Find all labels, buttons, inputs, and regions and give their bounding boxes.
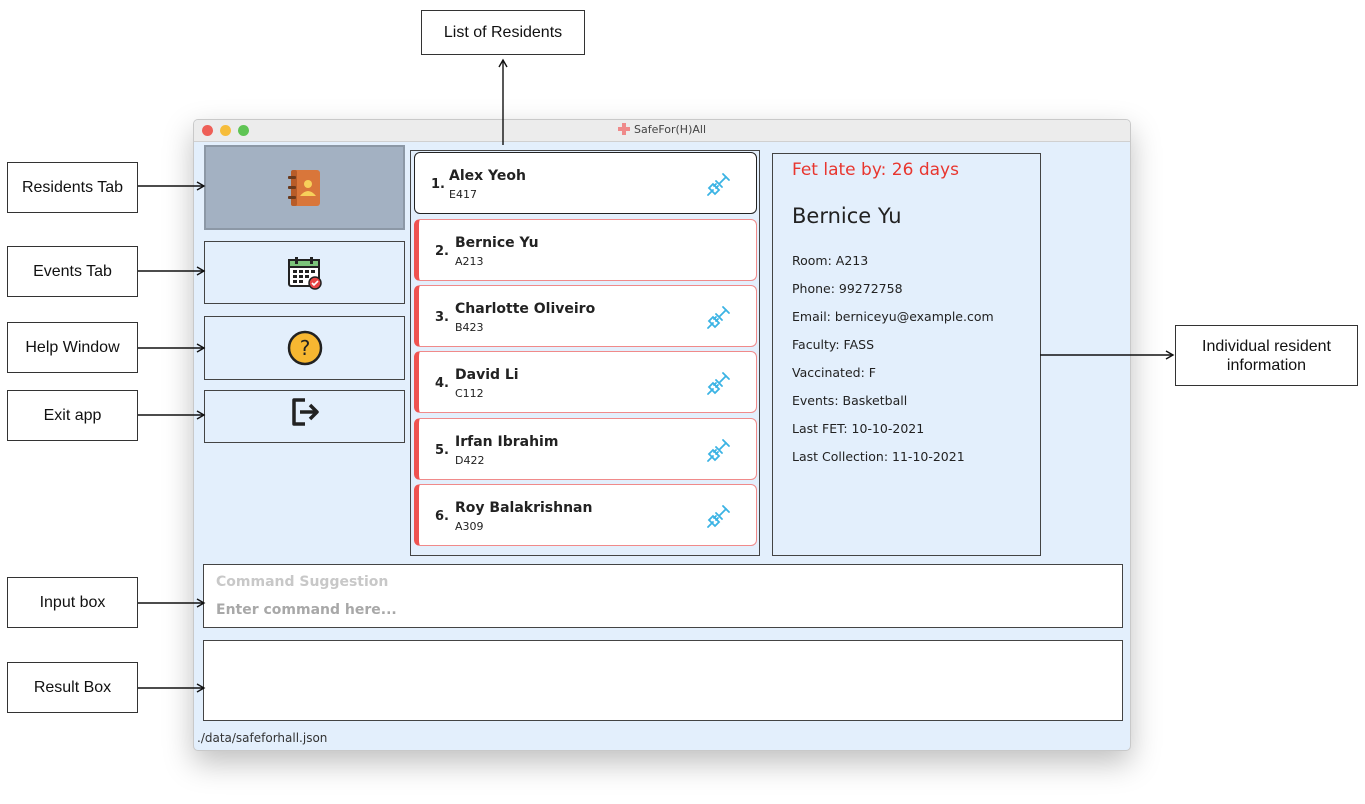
detail-events: Events: Basketball — [792, 393, 908, 408]
detail-faculty: Faculty: FASS — [792, 337, 875, 352]
detail-email: Email: berniceyu@example.com — [792, 309, 994, 324]
tab-events[interactable] — [204, 241, 405, 304]
detail-phone: Phone: 99272758 — [792, 281, 903, 296]
calendar-icon — [287, 256, 322, 290]
resident-name: Roy Balakrishnan — [455, 500, 593, 516]
residents-list[interactable]: 1. Alex Yeoh E417 2. Bernice Yu A213 3. … — [410, 150, 760, 556]
resident-card-6[interactable]: 6. Roy Balakrishnan A309 — [414, 484, 757, 546]
resident-card-1[interactable]: 1. Alex Yeoh E417 — [414, 152, 757, 214]
command-suggestion: Command Suggestion — [216, 574, 389, 590]
resident-room: A309 — [455, 520, 484, 533]
resident-index: 6. — [435, 509, 449, 524]
fet-late-warning: Fet late by: 26 days — [792, 160, 959, 180]
help-icon: ? — [287, 330, 322, 366]
resident-index: 2. — [435, 244, 449, 259]
resident-card-2[interactable]: 2. Bernice Yu A213 — [414, 219, 757, 281]
syringe-icon — [707, 173, 730, 196]
callout-result-box: Result Box — [7, 662, 138, 713]
resident-room: C112 — [455, 387, 484, 400]
resident-room: E417 — [449, 188, 477, 201]
result-box — [203, 640, 1123, 721]
tab-residents[interactable] — [204, 145, 405, 230]
callout-input-box: Input box — [7, 577, 138, 628]
detail-last-collection: Last Collection: 11-10-2021 — [792, 449, 965, 464]
resident-index: 3. — [435, 310, 449, 325]
title-bar: SafeFor(H)All — [194, 120, 1130, 142]
detail-name: Bernice Yu — [792, 204, 902, 228]
resident-name: Charlotte Oliveiro — [455, 301, 596, 317]
callout-help-window: Help Window — [7, 322, 138, 373]
callout-events-tab: Events Tab — [7, 246, 138, 297]
resident-name: Irfan Ibrahim — [455, 434, 559, 450]
resident-detail-panel: Fet late by: 26 days Bernice Yu Room: A2… — [772, 153, 1041, 556]
syringe-icon — [707, 439, 730, 462]
address-book-icon — [287, 169, 320, 206]
command-box[interactable]: Command Suggestion — [203, 564, 1123, 628]
resident-room: B423 — [455, 321, 484, 334]
callout-residents-tab: Residents Tab — [7, 162, 138, 213]
resident-room: A213 — [455, 255, 484, 268]
detail-room: Room: A213 — [792, 253, 869, 268]
svg-text:?: ? — [299, 336, 310, 360]
syringe-icon — [707, 306, 730, 329]
syringe-icon — [707, 505, 730, 528]
resident-index: 1. — [431, 177, 445, 192]
resident-name: David Li — [455, 367, 519, 383]
resident-card-5[interactable]: 5. Irfan Ibrahim D422 — [414, 418, 757, 480]
exit-icon — [291, 398, 319, 426]
tab-exit[interactable] — [204, 390, 405, 443]
window-title: SafeFor(H)All — [194, 123, 1130, 136]
resident-index: 4. — [435, 376, 449, 391]
app-cross-icon — [617, 123, 630, 135]
resident-card-4[interactable]: 4. David Li C112 — [414, 351, 757, 413]
resident-index: 5. — [435, 443, 449, 458]
app-window: SafeFor(H)All ? 1. Alex Yeoh E417 2. Ber… — [193, 119, 1131, 751]
callout-list-of-residents: List of Residents — [421, 10, 585, 55]
resident-card-3[interactable]: 3. Charlotte Oliveiro B423 — [414, 285, 757, 347]
resident-room: D422 — [455, 454, 485, 467]
resident-name: Bernice Yu — [455, 235, 539, 251]
callout-exit-app: Exit app — [7, 390, 138, 441]
command-input[interactable] — [214, 601, 1098, 619]
detail-vaccinated: Vaccinated: F — [792, 365, 876, 380]
syringe-icon — [707, 372, 730, 395]
status-bar-path: ./data/safeforhall.json — [197, 731, 328, 745]
detail-last-fet: Last FET: 10-10-2021 — [792, 421, 925, 436]
tab-help[interactable]: ? — [204, 316, 405, 380]
callout-individual-info: Individual resident information — [1175, 325, 1358, 386]
resident-name: Alex Yeoh — [449, 168, 526, 184]
